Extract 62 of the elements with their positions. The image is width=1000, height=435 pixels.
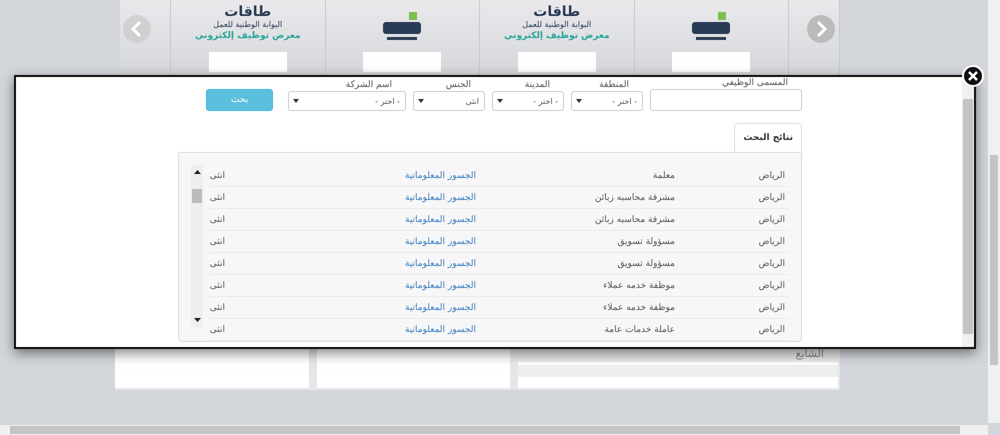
caret-icon [418, 99, 424, 103]
select-field[interactable]: - اختر - [571, 91, 643, 111]
table-cell-text: انثى [209, 258, 226, 268]
table-cell-text: انثى [209, 302, 226, 312]
table-cell-text: الرياض [758, 236, 786, 246]
field-label: المسمى الوظيفي [722, 77, 789, 89]
scrollbar-thumb[interactable] [192, 189, 202, 203]
scroll-up-icon[interactable] [194, 170, 200, 174]
company-link[interactable]: الجسور المعلوماتية [375, 280, 535, 290]
table-cell-text: موظفة خدمه عملاء [602, 302, 676, 312]
company-link[interactable]: الجسور المعلوماتية [375, 302, 535, 312]
field-label: المنطقة [599, 79, 630, 91]
logo-caption: معرض توظيف إلكتروني [194, 31, 301, 41]
table-scrollbar[interactable] [191, 165, 203, 327]
results-tab[interactable]: نتائج البحث [734, 123, 802, 152]
field-label: المدينة [524, 79, 551, 91]
table-cell-text: موظفة خدمه عملاء [602, 280, 676, 290]
logo-subtitle: البوابة الوطنية للعمل [213, 20, 282, 29]
table-cell-text: الرياض [758, 302, 786, 312]
company-link[interactable]: الجسور المعلوماتية [375, 236, 535, 246]
close-icon[interactable] [962, 65, 984, 87]
table-cell-text: مشرفة محاسبه زبائن [594, 192, 676, 202]
search-button[interactable]: بحث [206, 89, 273, 111]
table-cell-text: الرياض [758, 192, 786, 202]
table-cell-text: انثى [209, 170, 226, 180]
field-label: اسم الشركة [346, 79, 393, 91]
scroll-down-icon[interactable] [194, 318, 200, 322]
table-cell-text: الرياض [758, 214, 786, 224]
modal-scrollbar[interactable] [962, 77, 974, 347]
table-cell-text: الرياض [758, 280, 786, 290]
table-cell-text: انثى [209, 280, 226, 290]
page-scrollbar[interactable] [988, 0, 1000, 423]
logo-caption: معرض توظيف إلكتروني [504, 31, 610, 41]
logo-title: طاقات [533, 4, 580, 20]
company-link[interactable]: الجسور المعلوماتية [375, 214, 535, 224]
caret-icon [293, 99, 299, 103]
table-cell-text: انثى [209, 214, 226, 224]
select-field[interactable]: - اختر - [288, 91, 406, 111]
caret-icon [576, 99, 582, 103]
company-link[interactable]: الجسور المعلوماتية [375, 258, 535, 268]
page-horizontal-scrollbar[interactable] [0, 425, 988, 435]
select-field[interactable]: - اختر - [492, 91, 564, 111]
company-link[interactable]: الجسور المعلوماتية [375, 192, 535, 202]
company-link[interactable]: الجسور المعلوماتية [375, 170, 535, 180]
logo-title: طاقات [224, 4, 272, 20]
table-cell-text: انثى [209, 324, 226, 334]
table-cell-text: مسؤولة تسويق [616, 258, 676, 268]
table-cell-text: مشرفة محاسبه زبائن [594, 214, 676, 224]
table-cell-text: الرياض [758, 258, 786, 268]
logo-subtitle: البوابة الوطنية للعمل [522, 20, 592, 29]
table-cell-text: انثى [209, 236, 226, 246]
table-cell-text: الرياض [758, 170, 786, 180]
table-cell-text: عاملة خدمات عامة [603, 324, 676, 334]
company-link[interactable]: الجسور المعلوماتية [375, 324, 535, 334]
table-cell-text: انثى [209, 192, 226, 202]
input-field[interactable] [650, 89, 802, 111]
table-cell-text: الرياض [758, 324, 786, 334]
field-label: الجنس [446, 79, 472, 91]
table-cell-text: معلمة [652, 170, 676, 180]
table-cell-text: مسؤولة تسويق [616, 236, 676, 246]
select-field[interactable]: انثى [413, 91, 485, 111]
caret-icon [497, 99, 503, 103]
